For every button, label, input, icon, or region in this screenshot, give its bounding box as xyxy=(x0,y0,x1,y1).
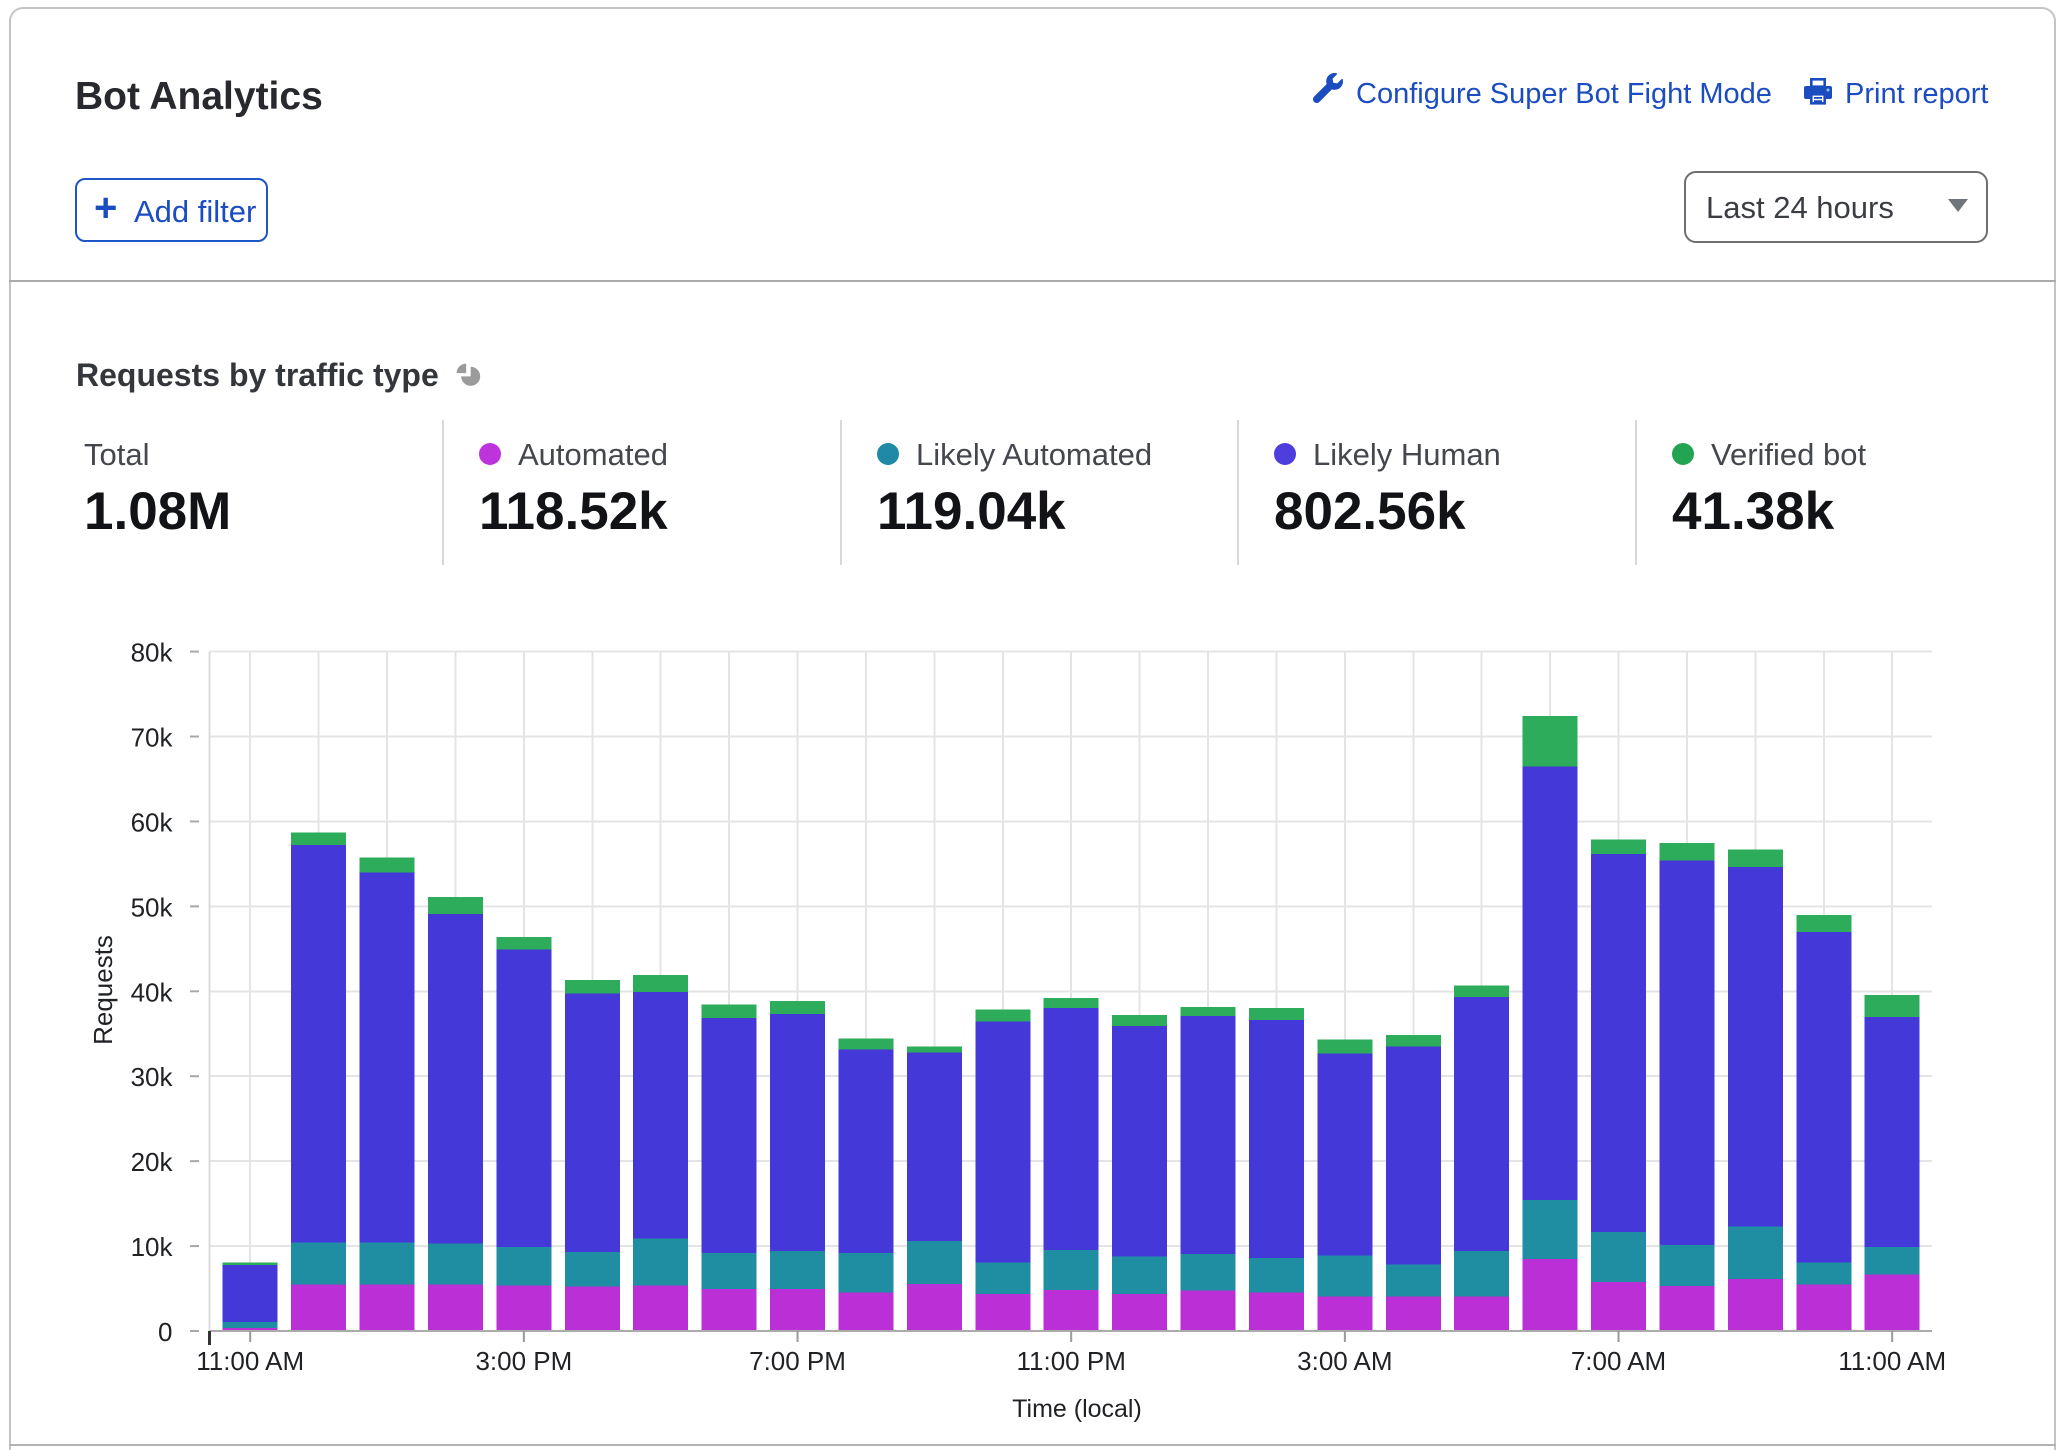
svg-text:7:00 AM: 7:00 AM xyxy=(1571,1346,1666,1376)
svg-text:40k: 40k xyxy=(131,977,174,1007)
svg-text:0: 0 xyxy=(158,1317,172,1347)
svg-text:50k: 50k xyxy=(131,892,174,922)
svg-text:70k: 70k xyxy=(131,723,174,753)
svg-text:10k: 10k xyxy=(131,1232,174,1262)
svg-text:20k: 20k xyxy=(131,1147,174,1177)
svg-text:30k: 30k xyxy=(131,1062,174,1092)
svg-text:80k: 80k xyxy=(131,638,174,668)
svg-text:11:00 PM: 11:00 PM xyxy=(1017,1346,1126,1376)
svg-text:Time (local): Time (local) xyxy=(1012,1395,1142,1423)
svg-text:Requests: Requests xyxy=(88,935,118,1045)
svg-text:3:00 PM: 3:00 PM xyxy=(475,1346,572,1376)
svg-text:11:00 AM: 11:00 AM xyxy=(196,1346,304,1376)
svg-text:7:00 PM: 7:00 PM xyxy=(749,1346,846,1376)
svg-text:11:00 AM: 11:00 AM xyxy=(1838,1346,1946,1376)
svg-text:3:00 AM: 3:00 AM xyxy=(1297,1346,1392,1376)
svg-text:60k: 60k xyxy=(131,807,174,837)
